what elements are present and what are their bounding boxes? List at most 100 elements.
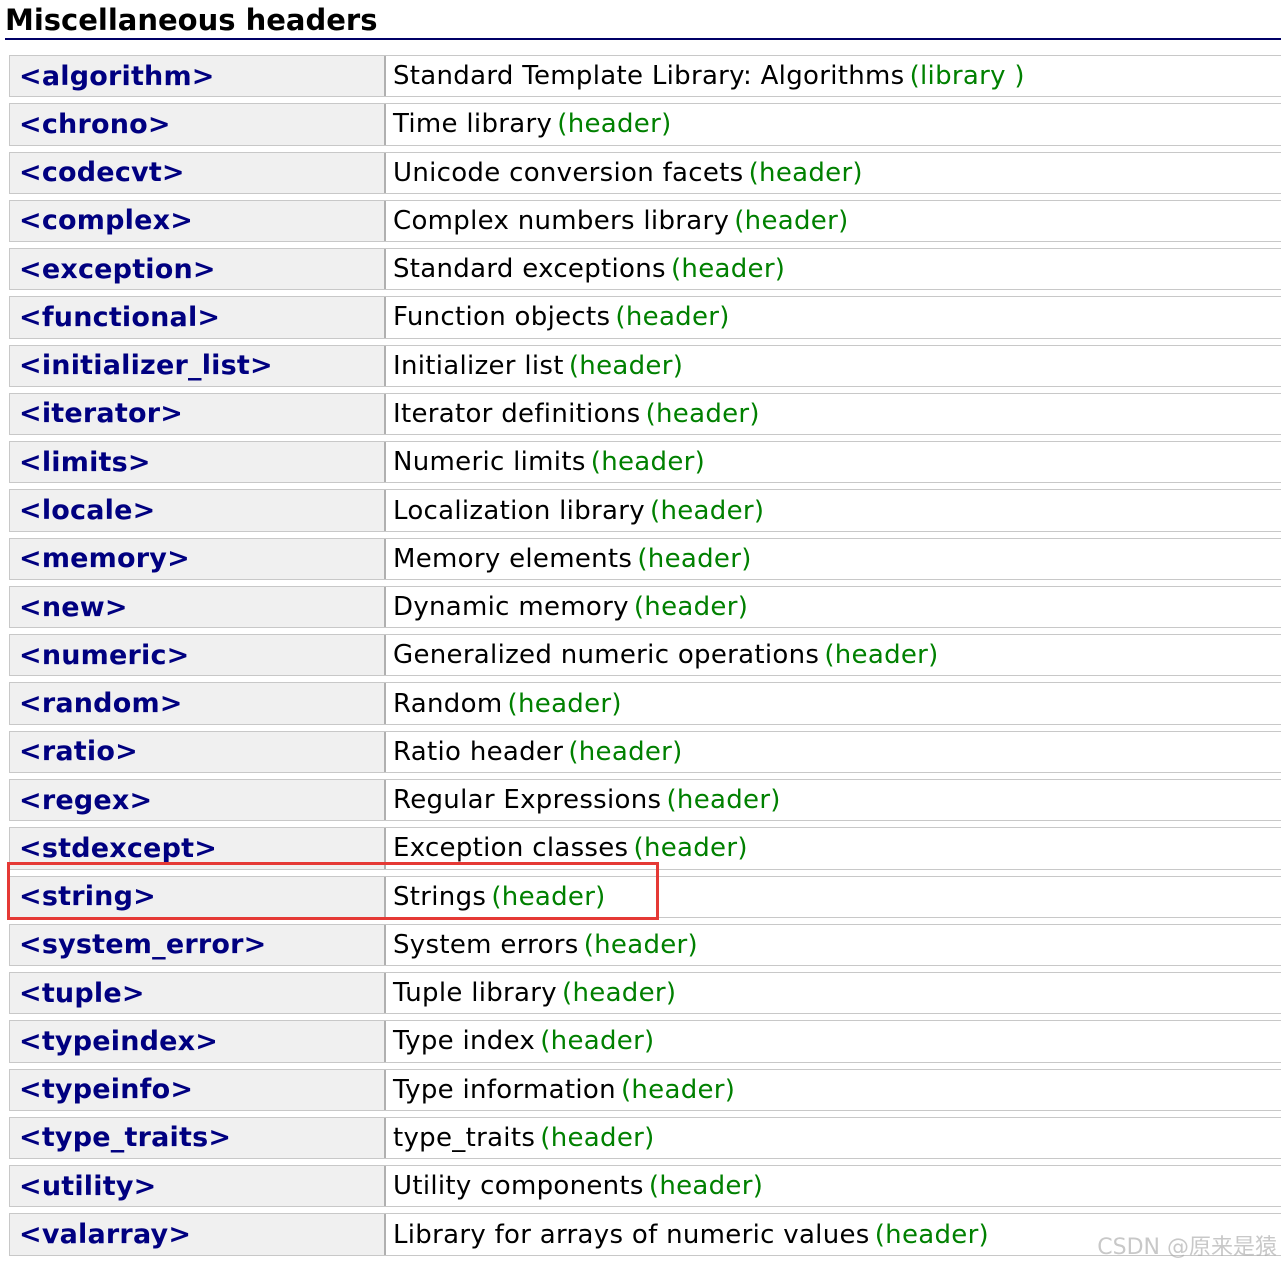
header-description: Initializer list	[393, 350, 564, 381]
header-kind-label: (header)	[590, 447, 706, 478]
header-description-cell: Numeric limits (header)	[384, 438, 1281, 487]
table-row: <locale> Localization library (header)	[9, 486, 1281, 535]
header-link[interactable]: <stdexcept>	[19, 833, 217, 864]
header-name-cell: <limits>	[9, 438, 384, 487]
header-name-cell: <typeindex>	[9, 1017, 384, 1066]
header-link[interactable]: <typeinfo>	[19, 1074, 193, 1105]
header-link[interactable]: <ratio>	[19, 736, 138, 767]
header-description-cell: Utility components (header)	[384, 1162, 1281, 1211]
header-description: Generalized numeric operations	[393, 640, 820, 671]
header-kind-label: (header)	[874, 1219, 990, 1250]
header-description: Unicode conversion facets	[393, 157, 744, 188]
table-row: <typeindex> Type index (header)	[9, 1017, 1281, 1066]
table-row: <regex> Regular Expressions (header)	[9, 775, 1281, 825]
table-row: <initializer_list> Initializer list (head…	[9, 341, 1281, 390]
header-link[interactable]: <new>	[19, 592, 128, 623]
header-name-cell: <tuple>	[9, 969, 384, 1018]
table-row: <stdexcept> Exception classes (header)	[9, 824, 1281, 873]
header-kind-label: (header)	[633, 833, 748, 864]
header-link[interactable]: <tuple>	[19, 978, 145, 1009]
header-description-cell: Initializer list (header)	[384, 341, 1281, 390]
header-description-cell: Iterator definitions (header)	[384, 389, 1281, 439]
header-name-cell: <algorithm>	[9, 52, 384, 101]
header-name-cell: <regex>	[9, 775, 384, 825]
header-name-cell: <system_error>	[9, 920, 384, 970]
table-row: <system_error> System errors (header)	[9, 920, 1281, 970]
table-row: <algorithm> Standard Template Library: Al…	[9, 52, 1281, 101]
header-description-cell: Random (header)	[384, 679, 1281, 728]
header-link[interactable]: <functional>	[19, 302, 220, 333]
header-description: Library for arrays of numeric values	[393, 1219, 870, 1250]
header-description-cell: Unicode conversion facets (header)	[384, 148, 1281, 197]
header-kind-label: (header)	[620, 1074, 736, 1105]
header-kind-label: (header)	[748, 157, 863, 188]
header-link[interactable]: <codecvt>	[19, 157, 185, 188]
header-link[interactable]: <utility>	[19, 1171, 156, 1202]
header-description: Type information	[393, 1074, 616, 1105]
table-row: <memory> Memory elements (header)	[9, 534, 1281, 583]
header-link[interactable]: <typeindex>	[19, 1026, 218, 1057]
header-link[interactable]: <exception>	[19, 254, 216, 285]
header-name-cell: <chrono>	[9, 100, 384, 149]
header-link[interactable]: <chrono>	[19, 109, 171, 140]
header-link[interactable]: <type_traits>	[19, 1122, 231, 1153]
header-description-cell: Type information (header)	[384, 1065, 1281, 1114]
header-kind-label: (header)	[650, 495, 765, 526]
header-description: type_traits	[393, 1122, 536, 1153]
header-name-cell: <type_traits>	[9, 1113, 384, 1163]
header-description: Time library	[393, 109, 553, 140]
header-kind-label: (header)	[540, 1026, 655, 1057]
header-description-cell: System errors (header)	[384, 920, 1281, 970]
header-description-cell: Localization library (header)	[384, 486, 1281, 535]
header-link[interactable]: <memory>	[19, 543, 190, 574]
header-link[interactable]: <string>	[19, 881, 156, 912]
header-kind-label: (header)	[637, 543, 752, 574]
header-link[interactable]: <limits>	[19, 447, 151, 478]
header-link[interactable]: <random>	[19, 688, 183, 719]
header-kind-label: (header)	[491, 881, 606, 912]
table-row: <iterator> Iterator definitions (header)	[9, 389, 1281, 439]
header-link[interactable]: <initializer_list>	[19, 350, 273, 381]
header-link[interactable]: <complex>	[19, 205, 193, 236]
header-description: Tuple library	[393, 978, 557, 1009]
header-description-cell: Function objects (header)	[384, 293, 1281, 342]
header-description: Memory elements	[393, 543, 633, 574]
table-row: <type_traits> type_traits (header)	[9, 1113, 1281, 1163]
header-description-cell: Exception classes (header)	[384, 824, 1281, 873]
header-description-cell: Memory elements (header)	[384, 534, 1281, 583]
header-link[interactable]: <system_error>	[19, 929, 266, 960]
header-description: Dynamic memory	[393, 592, 629, 623]
header-link[interactable]: <locale>	[19, 495, 155, 526]
header-description: System errors	[393, 929, 579, 960]
table-row: <typeinfo> Type information (header)	[9, 1065, 1281, 1114]
header-name-cell: <utility>	[9, 1162, 384, 1211]
header-description: Random	[393, 688, 503, 719]
header-description: Strings	[393, 881, 487, 912]
header-description-cell: Tuple library (header)	[384, 969, 1281, 1018]
header-description-cell: Complex numbers library (header)	[384, 196, 1281, 246]
header-link[interactable]: <numeric>	[19, 640, 190, 671]
header-name-cell: <string>	[9, 872, 384, 921]
header-description: Utility components	[393, 1171, 644, 1202]
header-link[interactable]: <valarray>	[19, 1219, 191, 1250]
table-row: <exception> Standard exceptions (header)	[9, 245, 1281, 294]
section-title: Miscellaneous headers	[5, 0, 1281, 40]
header-name-cell: <complex>	[9, 196, 384, 246]
header-description: Regular Expressions	[393, 785, 662, 816]
table-row: <functional> Function objects (header)	[9, 293, 1281, 342]
header-kind-label: (header)	[540, 1122, 655, 1153]
header-link[interactable]: <regex>	[19, 785, 152, 816]
header-description: Type index	[393, 1026, 536, 1057]
header-name-cell: <new>	[9, 582, 384, 632]
header-description-cell: Standard exceptions (header)	[384, 245, 1281, 294]
table-row: <random> Random (header)	[9, 679, 1281, 728]
header-kind-label: (header)	[568, 350, 684, 381]
header-description-cell: type_traits (header)	[384, 1113, 1281, 1163]
header-description: Numeric limits	[393, 447, 586, 478]
table-row: <numeric> Generalized numeric operations …	[9, 631, 1281, 680]
header-link[interactable]: <algorithm>	[19, 61, 215, 92]
header-link[interactable]: <iterator>	[19, 398, 183, 429]
header-description-cell: Time library (header)	[384, 100, 1281, 149]
header-description: Function objects	[393, 302, 611, 333]
header-kind-label: (header)	[633, 592, 749, 623]
